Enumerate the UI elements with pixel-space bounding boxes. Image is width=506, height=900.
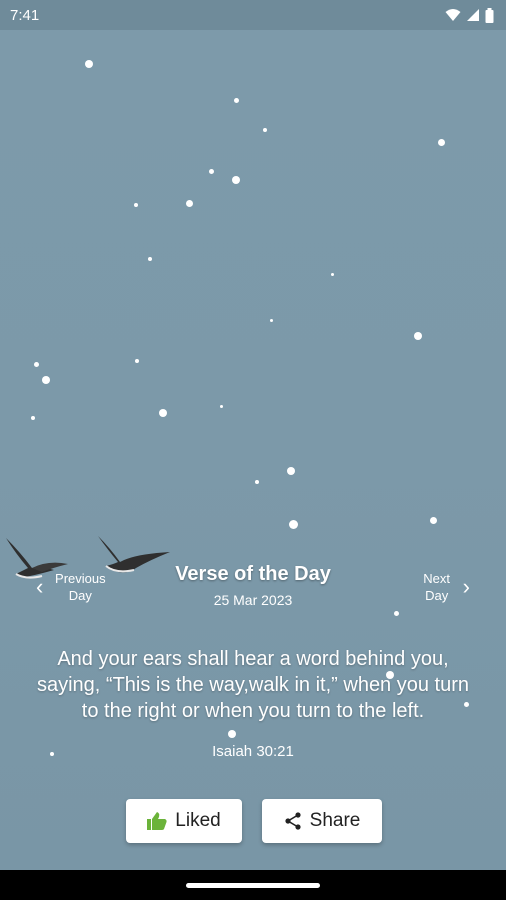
- snowflake: [394, 611, 399, 616]
- snowflake: [414, 332, 422, 340]
- chevron-right-icon: ›: [462, 574, 470, 599]
- snowflake: [31, 416, 35, 420]
- share-button[interactable]: Share: [262, 799, 382, 843]
- signal-icon: [467, 9, 479, 21]
- snowflake: [186, 200, 193, 207]
- status-icons: [445, 7, 494, 23]
- snowflake: [220, 405, 223, 408]
- snowflake: [430, 517, 437, 524]
- next-day-label: Next Day: [423, 571, 451, 603]
- snowflake: [34, 362, 39, 367]
- share-icon: [285, 812, 301, 830]
- snowflake: [287, 467, 295, 475]
- wifi-icon: [445, 9, 461, 21]
- battery-icon: [485, 7, 494, 23]
- verse-scene: ‹ Previous Day Verse of the Day 25 Mar 2…: [0, 30, 506, 870]
- snowflake: [42, 376, 50, 384]
- status-time: 7:41: [10, 6, 40, 24]
- share-label: Share: [309, 810, 361, 831]
- snowflake: [209, 169, 214, 174]
- system-nav-bar: [0, 870, 506, 900]
- snowflake: [289, 520, 298, 529]
- snowflake: [85, 60, 93, 68]
- like-button[interactable]: Liked: [126, 799, 242, 843]
- thumbs-up-icon: [147, 812, 167, 830]
- snowflake: [228, 730, 236, 738]
- snowflake: [135, 359, 139, 363]
- snowflake: [438, 139, 445, 146]
- status-bar: 7:41: [0, 0, 506, 30]
- snowflake: [159, 409, 167, 417]
- next-day-button[interactable]: Next Day ›: [415, 570, 470, 604]
- snowflake: [232, 176, 240, 184]
- snowflake: [148, 257, 152, 261]
- snowflake: [234, 98, 239, 103]
- like-label: Liked: [175, 810, 221, 831]
- snowflake: [255, 480, 259, 484]
- home-gesture-handle[interactable]: [186, 883, 320, 888]
- snowflake: [270, 319, 273, 322]
- verse-text: And your ears shall hear a word behind y…: [36, 648, 470, 722]
- snowflake: [134, 203, 138, 207]
- snowflake: [263, 128, 267, 132]
- snowflake: [331, 273, 334, 276]
- verse-reference: Isaiah 30:21: [212, 743, 294, 760]
